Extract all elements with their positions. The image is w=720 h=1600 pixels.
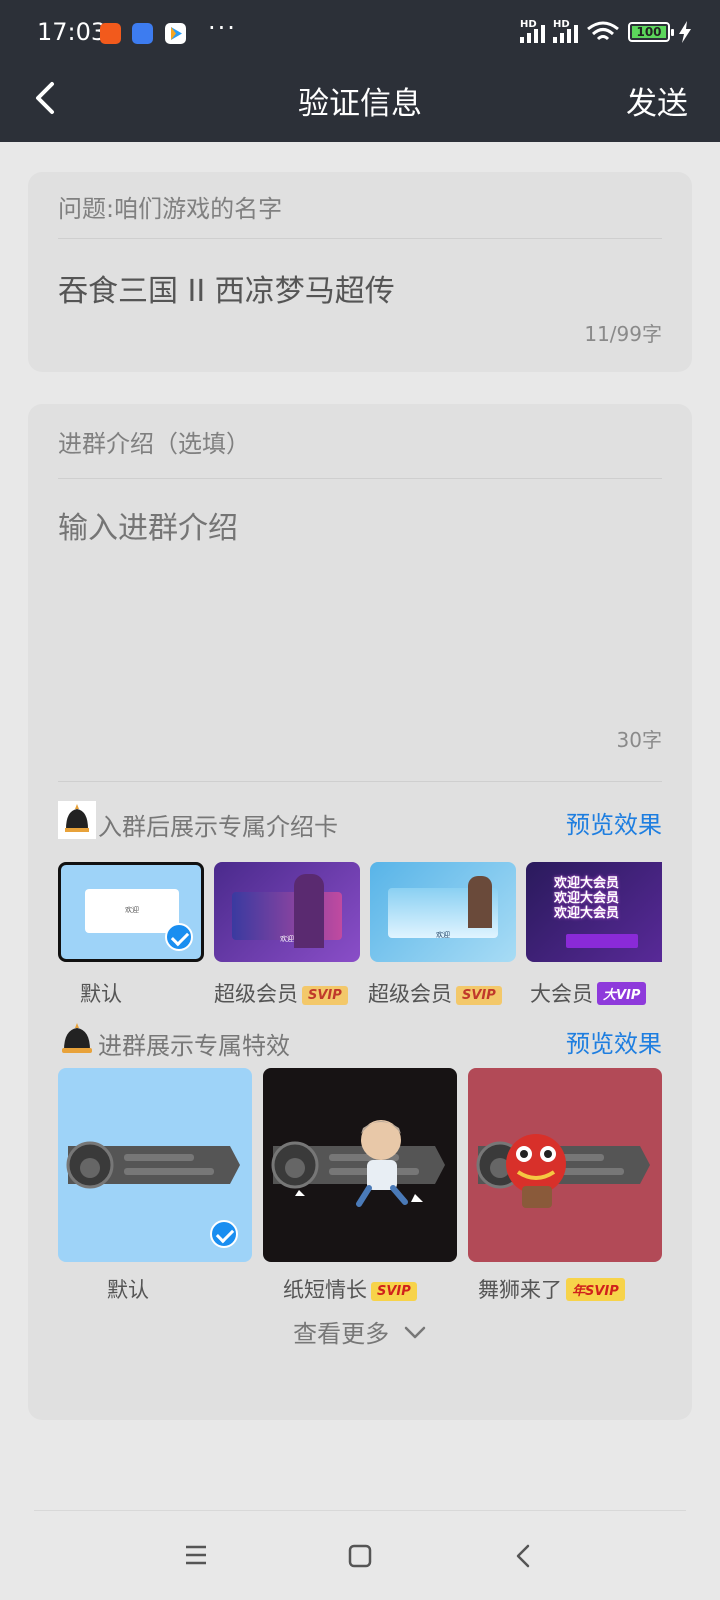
answer-char-count: 11/99字 <box>584 322 662 346</box>
intro-card-options: 欢迎 欢迎 欢迎 欢迎大会员 欢迎大会员 欢迎大会员 <box>58 862 662 968</box>
crown-icon <box>62 1023 92 1053</box>
card-preview: 欢迎 <box>85 889 179 933</box>
svip-badge: SVIP <box>371 1282 417 1301</box>
intro-card-preview-link[interactable]: 预览效果 <box>566 805 662 840</box>
page-title: 验证信息 <box>298 86 422 122</box>
entry-bar-preview <box>476 1134 650 1208</box>
menu-icon[interactable] <box>184 1544 208 1566</box>
nav-bar: 验证信息 发送 <box>0 56 720 142</box>
effect-option-default[interactable] <box>58 1068 252 1262</box>
effect-caption: 默认 <box>107 1278 149 1302</box>
view-more-button[interactable]: 查看更多 <box>28 1314 692 1349</box>
signal-icon-2: HD <box>553 19 578 43</box>
crown-icon <box>58 801 96 839</box>
system-nav-bar <box>0 1510 720 1600</box>
effects-section-header: 进群展示专属特效 预览效果 <box>58 1020 662 1060</box>
check-icon <box>210 1220 238 1248</box>
intro-card-caption: 大会员 大VIP <box>530 978 647 1008</box>
svip-badge: SVIP <box>302 986 348 1005</box>
intro-card-title: 入群后展示专属介绍卡 <box>98 813 338 841</box>
video-app-icon <box>165 23 186 44</box>
check-icon <box>165 923 193 951</box>
intro-card-option-bigvip[interactable]: 欢迎大会员 欢迎大会员 欢迎大会员 <box>526 862 662 962</box>
effect-caption: 舞狮来了 年SVIP <box>478 1274 625 1304</box>
answer-field[interactable]: 吞食三国 II 西凉梦马超传 <box>58 266 395 310</box>
effect-option-wushi[interactable] <box>468 1068 662 1262</box>
status-time: 17:03 <box>37 18 107 46</box>
effects-preview-link[interactable]: 预览效果 <box>566 1024 662 1059</box>
send-button[interactable]: 发送 <box>626 78 688 123</box>
intro-card-option-svip-1[interactable]: 欢迎 <box>214 862 360 962</box>
status-bar: 17:03 ··· HD HD 100 <box>0 0 720 56</box>
question-card: 问题:咱们游戏的名字 吞食三国 II 西凉梦马超传 11/99字 <box>28 172 692 372</box>
divider <box>58 238 662 239</box>
svip-badge: SVIP <box>456 986 502 1005</box>
effect-option-zhiduan[interactable] <box>263 1068 457 1262</box>
intro-card-option-svip-2[interactable]: 欢迎 <box>370 862 516 962</box>
question-label: 问题:咱们游戏的名字 <box>58 195 283 223</box>
effects-options <box>58 1068 662 1264</box>
status-more-dots: ··· <box>208 14 237 42</box>
divider <box>58 781 662 782</box>
weibo-app-icon <box>100 23 121 44</box>
intro-card-option-default[interactable]: 欢迎 <box>58 862 204 962</box>
intro-label: 进群介绍（选填） <box>58 430 250 458</box>
intro-card-caption: 超级会员 SVIP <box>214 978 348 1008</box>
mail-app-icon <box>132 23 153 44</box>
intro-card-caption: 默认 <box>80 982 122 1006</box>
bigvip-badge: 大VIP <box>597 982 647 1005</box>
battery-icon: 100 <box>628 22 674 42</box>
effects-title: 进群展示专属特效 <box>98 1032 290 1060</box>
character-image <box>468 876 492 928</box>
character-image <box>294 874 324 948</box>
back-icon[interactable] <box>514 1543 534 1569</box>
intro-card-section-header: 入群后展示专属介绍卡 预览效果 <box>58 801 662 841</box>
divider <box>58 478 662 479</box>
status-indicators: HD HD 100 <box>520 19 692 44</box>
home-icon[interactable] <box>348 1544 372 1568</box>
annual-svip-badge: 年SVIP <box>566 1278 625 1301</box>
intro-card: 进群介绍（选填） 30字 入群后展示专属介绍卡 预览效果 欢迎 欢迎 <box>28 404 692 1420</box>
entry-bar-preview <box>271 1120 445 1207</box>
wifi-icon <box>587 21 619 41</box>
intro-input[interactable] <box>58 512 658 546</box>
signal-icon: HD <box>520 19 545 43</box>
intro-card-caption: 超级会员 SVIP <box>368 978 502 1008</box>
intro-char-count: 30字 <box>616 728 662 752</box>
chevron-down-icon <box>404 1326 426 1339</box>
effect-caption: 纸短情长 SVIP <box>283 1274 417 1304</box>
charging-icon <box>679 21 691 43</box>
